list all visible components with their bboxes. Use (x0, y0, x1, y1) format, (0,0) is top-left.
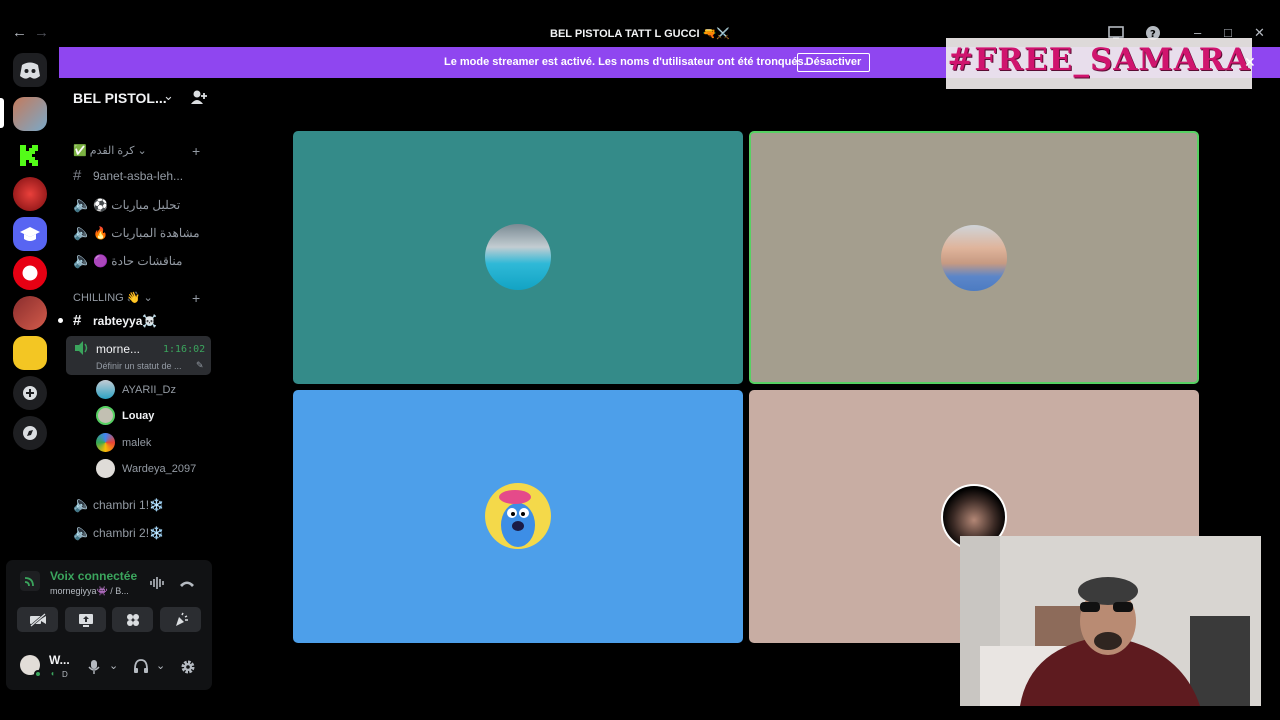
disconnect-icon[interactable] (178, 577, 196, 589)
channel-status[interactable]: Définir un statut de ... (96, 361, 182, 371)
avatar (485, 224, 551, 290)
hashtag-icon: # (73, 167, 82, 184)
category-football[interactable]: ✅ كرة القدم ⌄ (73, 144, 147, 157)
noise-suppression-icon[interactable] (150, 576, 166, 590)
server-active-pill (0, 98, 4, 128)
activities-icon (126, 614, 139, 626)
server-tunisia-flag[interactable] (13, 256, 47, 290)
speaker-icon: 🔈 (73, 252, 92, 269)
category-chilling[interactable]: CHILLING 👋 ⌄ (73, 291, 153, 304)
soundboard-button[interactable] (160, 607, 201, 632)
channel-name: morne... (96, 342, 141, 356)
voice-user[interactable]: Wardeya_2097 (122, 463, 196, 475)
screen-share-button[interactable] (65, 607, 106, 632)
webcam-overlay (960, 536, 1261, 706)
server-kick-icon[interactable] (13, 137, 47, 171)
server-avatar[interactable] (13, 296, 47, 330)
voice-user-speaking[interactable]: Louay (122, 410, 154, 422)
voice-channel[interactable]: 🔈chambri 1!❄️ (73, 495, 164, 513)
disable-streamer-button[interactable]: Désactiver (797, 53, 870, 72)
add-channel-icon[interactable]: + (192, 143, 200, 159)
banner-close-icon[interactable]: ✕ (1244, 54, 1256, 71)
discord-home-icon[interactable] (13, 53, 47, 87)
headphones-icon[interactable] (133, 659, 149, 674)
voice-user[interactable]: malek (122, 437, 151, 449)
unread-dot (58, 318, 63, 323)
speaking-icon: ◖ (50, 669, 55, 678)
camera-off-icon (29, 613, 46, 627)
add-channel-icon[interactable]: + (192, 290, 200, 306)
banner-text: Le mode streamer est activé. Les noms d'… (444, 56, 807, 68)
voice-channel[interactable]: 🔈⚽ تحليل مباريات (73, 195, 180, 213)
speaker-icon: 🔈 (73, 196, 92, 213)
call-timer: 1:16:02 (163, 344, 206, 355)
server-yellow[interactable] (13, 336, 47, 370)
voice-channel-path[interactable]: mornegiyya👾 / B... (50, 586, 129, 597)
server-bel-pistola[interactable] (13, 97, 47, 131)
connection-signal-icon[interactable] (20, 571, 40, 591)
avatar (96, 380, 115, 399)
hashtag-icon: # (73, 312, 82, 329)
voice-status[interactable]: Voix connectée (50, 569, 137, 583)
avatar (96, 433, 115, 452)
server-school-icon[interactable] (13, 217, 47, 251)
avatar (96, 459, 115, 478)
soundboard-icon (175, 612, 188, 626)
add-server-icon[interactable] (13, 376, 47, 410)
chevron-down-icon[interactable]: ⌄ (163, 88, 174, 104)
server-name[interactable]: BEL PISTOL... (73, 90, 167, 106)
explore-icon[interactable] (13, 416, 47, 450)
avatar (96, 406, 115, 425)
microphone-icon[interactable] (88, 659, 100, 675)
participant-tile-speaking[interactable] (749, 131, 1199, 384)
voice-channel[interactable]: 🔈🔥 مشاهدة المباريات (73, 223, 200, 241)
participant-tile[interactable] (293, 131, 743, 384)
free-samara-overlay: #FREE_SAMARA (946, 38, 1252, 89)
avatar (485, 483, 551, 549)
speaker-icon: 🔈 (73, 524, 92, 541)
online-status-dot (34, 670, 42, 678)
activities-button[interactable] (112, 607, 153, 632)
participant-tile[interactable] (293, 390, 743, 643)
voice-channel[interactable]: 🔈chambri 2!❄️ (73, 523, 164, 541)
screen-share-icon (78, 614, 93, 627)
server-lol[interactable] (13, 177, 47, 211)
invite-user-icon[interactable] (190, 89, 207, 106)
text-channel[interactable]: #9anet-asba-leh... (73, 167, 183, 184)
user-tag: D (62, 670, 68, 679)
camera-off-button[interactable] (17, 607, 58, 632)
voice-user[interactable]: AYARII_Dz (122, 384, 176, 396)
voice-channel[interactable]: 🔈🟣 مناقشات حادة (73, 251, 182, 269)
speaker-active-icon (75, 341, 88, 355)
settings-gear-icon[interactable] (180, 659, 196, 675)
username[interactable]: W... (49, 653, 70, 667)
edit-pencil-icon[interactable]: ✎ (196, 360, 204, 371)
speaker-icon: 🔈 (73, 496, 92, 513)
avatar (941, 225, 1007, 291)
window-close-icon[interactable]: ✕ (1254, 25, 1265, 41)
audio-options-chevron-icon[interactable]: ⌄ (156, 659, 165, 672)
mic-options-chevron-icon[interactable]: ⌄ (109, 659, 118, 672)
text-channel-rabteyya[interactable]: # rabteyya☠️ (73, 312, 157, 329)
speaker-icon: 🔈 (73, 224, 92, 241)
